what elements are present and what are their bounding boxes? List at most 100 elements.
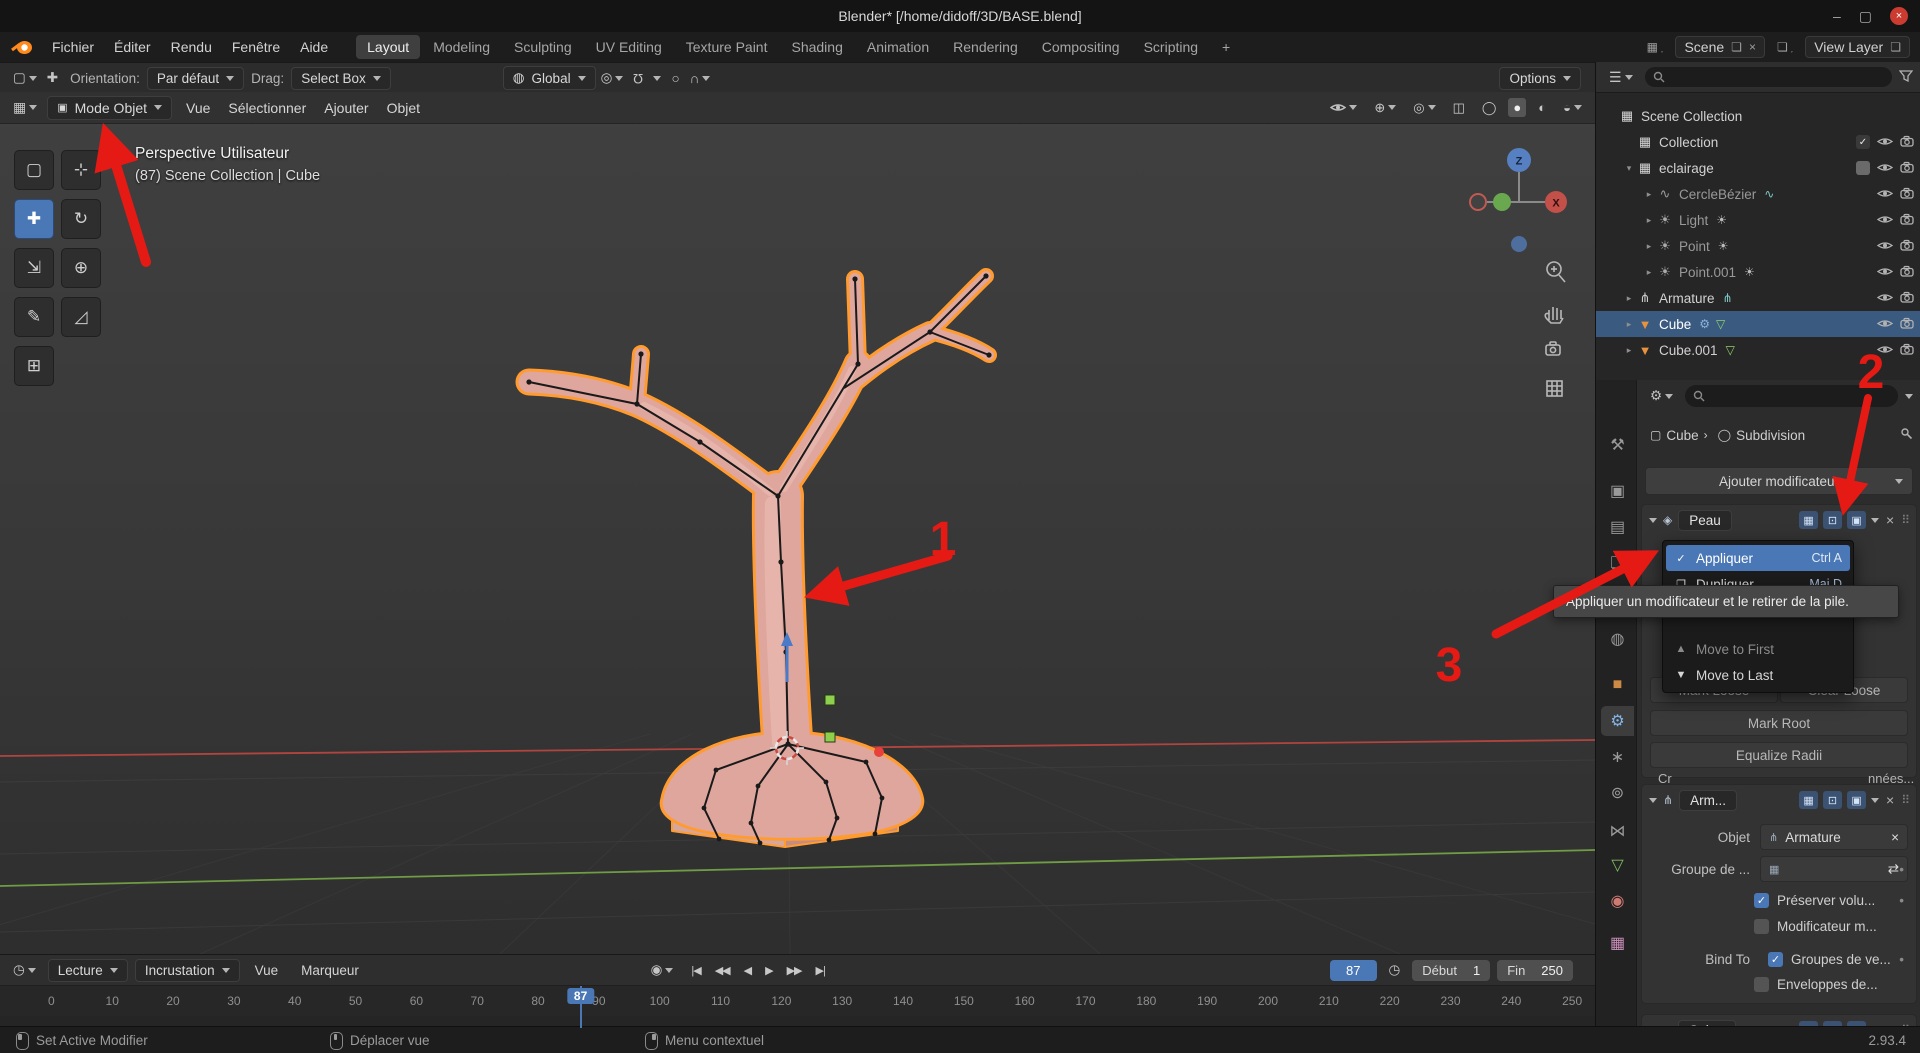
editmode-display-toggle[interactable]: ▦ [1799,791,1819,809]
vertex-group-field[interactable]: ▦ ⇄ [1760,856,1908,882]
add-modifier-dropdown[interactable]: Ajouter modificateur [1645,467,1913,495]
workspace-tab[interactable]: Rendering [942,35,1029,59]
equalize-radii-button[interactable]: Equalize Radii [1650,742,1908,768]
snap-toggle[interactable]: Ω [628,69,648,88]
proportional-falloff-dropdown[interactable]: ∩ [685,69,716,88]
outliner-editor-icon[interactable]: ☰ [1604,67,1638,88]
menubar-item[interactable]: Fichier [42,35,104,59]
outliner-item-label[interactable]: Point.001 [1679,265,1736,280]
outliner-row[interactable]: ▸ ☀ Point.001 ☀ [1596,259,1920,285]
properties-tab[interactable]: ⚒ [1601,430,1634,460]
timeline-view-menu[interactable]: Vue [247,959,287,982]
workspace-tab[interactable]: Compositing [1031,35,1131,59]
properties-tab[interactable]: ⊚ [1601,778,1634,808]
outliner-row[interactable]: ▦ Collection ✓ [1596,129,1920,155]
viewport-tool-button[interactable]: ⊹ [61,150,101,190]
workspace-tab[interactable]: Sculpting [503,35,583,59]
hide-eye-icon[interactable] [1876,343,1894,358]
object-visibility-dropdown[interactable] [1325,100,1362,115]
properties-tab[interactable]: ■ [1601,670,1634,700]
hide-eye-icon[interactable] [1876,317,1894,332]
expand-arrow-icon[interactable]: ▸ [1642,189,1656,200]
outliner-row[interactable]: ▸ ▼ Cube ⚙ ▽ [1596,311,1920,337]
new-scene-icon[interactable]: ❏ [1731,40,1742,54]
playhead[interactable]: 87 [566,986,595,1028]
render-display-toggle[interactable]: ▣ [1847,511,1867,529]
outliner-row[interactable]: ▸ ∿ CercleBézier ∿ [1596,181,1920,207]
modifier-extras-dropdown[interactable] [1871,517,1880,523]
breadcrumb-modifier[interactable]: Subdivision [1736,428,1805,443]
expand-arrow-icon[interactable]: ▾ [1622,163,1636,174]
shading-rendered-button[interactable]: ◒ [1558,98,1587,117]
workspace-tab[interactable]: Modeling [422,35,501,59]
editor-type-icon[interactable]: ▦ [8,97,42,118]
expand-arrow-icon[interactable]: ▸ [1622,345,1636,356]
outliner-item-label[interactable]: Scene Collection [1641,109,1742,124]
outliner-item-label[interactable]: Armature [1659,291,1715,306]
drag-handle-icon[interactable]: ⠿ [1901,513,1910,527]
outliner-item-label[interactable]: Cube.001 [1659,343,1718,358]
render-display-toggle[interactable]: ▣ [1847,791,1867,809]
disable-render-camera-icon[interactable] [1900,317,1915,332]
properties-tab[interactable]: ▦ [1601,928,1634,958]
camera-view-control[interactable] [1545,341,1561,356]
disable-render-camera-icon[interactable] [1900,343,1915,358]
mark-root-button[interactable]: Mark Root [1650,710,1908,736]
outliner-item-label[interactable]: Cube [1659,317,1691,332]
new-view-layer-icon[interactable]: ❏ [1890,40,1901,54]
shading-material-button[interactable]: ◐ [1533,98,1551,117]
disable-render-camera-icon[interactable] [1900,187,1915,202]
outliner-row[interactable]: ▸ ▼ Cube.001 ▽ [1596,337,1920,363]
drag-dropdown[interactable]: Select Box [291,66,391,90]
expand-arrow-icon[interactable]: ▸ [1642,241,1656,252]
playback-dropdown[interactable]: Lecture [47,958,128,982]
viewport-menu-item[interactable]: Sélectionner [219,96,315,120]
timeline-ruler[interactable]: 87 0 10 20 30 40 50 60 70 80 90 100 110 120 130 140 150… [0,985,1595,1028]
disable-render-camera-icon[interactable] [1900,265,1915,280]
menubar-item[interactable]: Éditer [104,35,161,59]
outliner-search-input[interactable] [1644,67,1892,87]
properties-tab[interactable]: ▽ [1601,850,1634,880]
outliner-item-label[interactable]: Point [1679,239,1710,254]
hide-eye-icon[interactable] [1876,187,1894,202]
playback-button[interactable]: ▶▶ [781,961,808,980]
timeline-marker-menu[interactable]: Marqueur [293,959,367,982]
frame-start-field[interactable]: Début 1 [1412,959,1491,981]
viewport-menu-item[interactable]: Ajouter [315,96,377,120]
pivot-point-dropdown[interactable]: ◎ [596,68,629,88]
modifier-extras-dropdown[interactable] [1871,797,1880,803]
active-tool-icon[interactable]: ▢ [8,68,42,88]
modifier-name-field[interactable]: Arm... [1679,789,1738,811]
preserve-volume-checkbox[interactable]: ✓ [1754,892,1769,908]
pan-control[interactable] [1544,307,1564,324]
playback-button[interactable]: ◀◀ [709,961,736,980]
editmode-display-toggle[interactable]: ▦ [1799,511,1819,529]
viewport-tool-button[interactable]: ✎ [14,297,54,337]
clear-object-icon[interactable]: × [1891,830,1899,845]
scene-browse-icon[interactable]: ▦ ˯ [1647,40,1664,54]
unlink-scene-icon[interactable]: × [1749,40,1756,54]
workspace-tab[interactable]: Animation [856,35,940,59]
disable-render-camera-icon[interactable] [1900,161,1915,176]
maximize-button[interactable]: ▢ [1859,8,1872,25]
invert-vgroup-icon[interactable]: ⇄ [1888,861,1899,877]
gizmos-dropdown[interactable]: ⊕ [1369,98,1401,118]
expand-arrow-icon[interactable]: ▸ [1622,319,1636,330]
realtime-display-toggle[interactable]: ⊡ [1823,511,1843,529]
outliner-item-label[interactable]: Collection [1659,135,1718,150]
view-layer-selector[interactable]: View Layer ❏ [1805,36,1910,58]
view-layer-browse-icon[interactable]: ❏ ˯ [1777,40,1793,54]
viewport-tool-button[interactable]: ▢ [14,150,54,190]
workspace-tab[interactable]: + [1211,35,1241,59]
properties-tab[interactable]: ◍ [1601,624,1634,654]
properties-tab[interactable]: ▤ [1601,512,1634,542]
axis-neg-x-ball[interactable] [1469,193,1487,211]
properties-filter-dropdown[interactable] [1905,393,1913,399]
outliner-item-label[interactable]: CercleBézier [1679,187,1756,202]
current-frame-field[interactable]: 87 [1330,959,1377,981]
viewport-tool-button[interactable]: ⊕ [61,248,101,288]
menubar-item[interactable]: Aide [290,35,338,59]
menubar-item[interactable]: Fenêtre [222,35,290,59]
outliner-item-label[interactable]: Light [1679,213,1708,228]
transform-orientation-dropdown[interactable]: ◍ Global [502,66,596,90]
